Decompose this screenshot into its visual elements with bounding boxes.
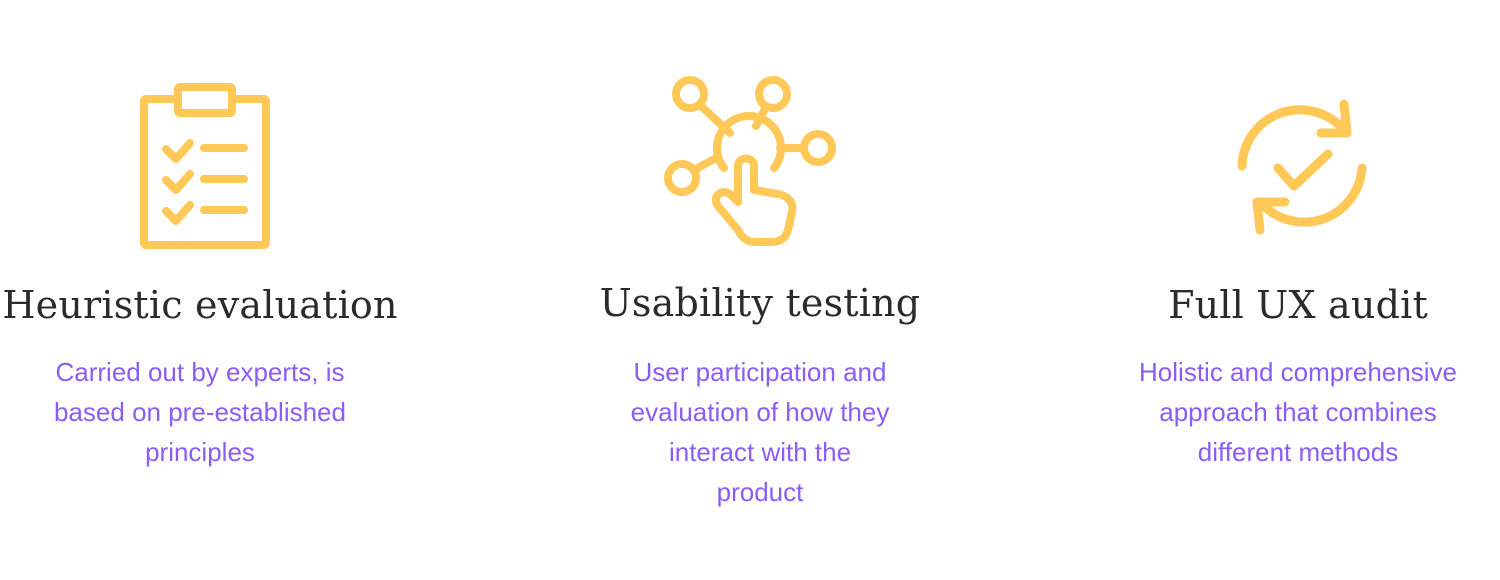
card-full-ux-audit: Full UX audit Holistic and comprehensive… — [1098, 0, 1498, 580]
refresh-check-icon — [1232, 96, 1372, 236]
description-line: based on pre-established — [54, 397, 346, 427]
description-line: Holistic and comprehensive — [1139, 357, 1457, 387]
description-line: User participation and — [633, 357, 887, 387]
description-line: evaluation of how they — [630, 397, 890, 427]
description-line: principles — [145, 437, 255, 467]
description-line: product — [716, 477, 804, 507]
network-touch-icon — [660, 70, 840, 250]
card-title: Full UX audit — [1168, 283, 1428, 327]
card-description: Holistic and comprehensive approach that… — [1098, 352, 1498, 472]
card-description: User participation and evaluation of how… — [560, 352, 960, 512]
card-heuristic-evaluation: Heuristic evaluation Carried out by expe… — [0, 0, 400, 580]
clipboard-checklist-icon — [138, 82, 272, 250]
description-line: approach that combines — [1159, 397, 1437, 427]
card-description: Carried out by experts, is based on pre-… — [0, 352, 400, 472]
card-usability-testing: Usability testing User participation and… — [560, 0, 960, 580]
card-title: Usability testing — [599, 281, 921, 325]
description-line: interact with the — [668, 437, 852, 467]
description-line: different methods — [1197, 437, 1399, 467]
description-line: Carried out by experts, is — [55, 357, 345, 387]
card-title: Heuristic evaluation — [2, 283, 398, 327]
